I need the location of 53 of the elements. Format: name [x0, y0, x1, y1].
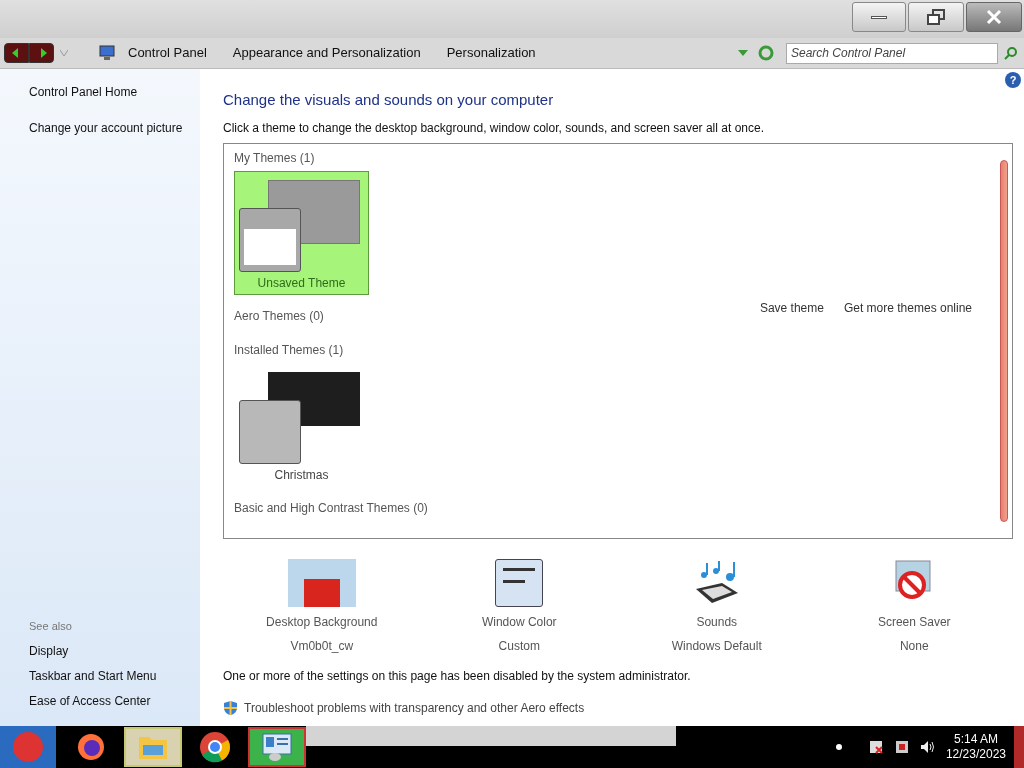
sidebar-link[interactable]: Change your account picture [29, 119, 200, 137]
theme-group-title: My Themes (1) [234, 150, 315, 167]
see-also-link[interactable]: Display [29, 642, 200, 660]
see-also-link[interactable]: Ease of Access Center [29, 692, 200, 710]
chrome-icon [199, 731, 231, 763]
theme-action-link[interactable]: Save theme [759, 299, 824, 317]
window-color-icon [495, 559, 544, 607]
theme-group-title: Basic and High Contrast Themes (0) [234, 500, 428, 517]
forward-button[interactable] [29, 43, 54, 63]
close-icon [986, 9, 1002, 25]
back-button[interactable] [4, 43, 29, 63]
wallpaper-thumbnail [287, 559, 356, 607]
help-button[interactable]: ? [1005, 72, 1021, 88]
close-button[interactable] [966, 2, 1022, 32]
window-preview [239, 400, 301, 464]
network-icon[interactable] [893, 739, 910, 755]
refresh-icon[interactable] [758, 45, 774, 61]
breadcrumb-link[interactable]: Control Panel [126, 43, 209, 63]
instructions-text: Click a theme to change the desktop background, window color, sounds, and screen saver all at once. [223, 120, 765, 137]
troubleshoot-link[interactable]: Troubleshoot problems with transparency and other Aero effects [244, 699, 585, 717]
page-heading: Change the visuals and sounds on your computer [223, 91, 555, 109]
breadcrumb-link[interactable]: Appearance and Personalization [230, 43, 423, 63]
start-button[interactable] [0, 726, 56, 768]
window-preview [239, 208, 301, 272]
control-panel-icon [261, 732, 293, 762]
theme-setting-button[interactable]: Window Color Custom [444, 557, 595, 655]
theme-setting-button[interactable]: Screen Saver None [839, 557, 990, 655]
theme-group-title: Aero Themes (0) [234, 308, 324, 325]
dropdown-caret-icon[interactable] [738, 50, 748, 56]
breadcrumb-link[interactable]: Personalization [444, 43, 538, 63]
flag-icon[interactable] [867, 739, 884, 755]
shield-icon [223, 700, 238, 716]
monitor-icon [98, 45, 116, 61]
sidebar-link[interactable]: Control Panel Home [29, 83, 200, 101]
notice-text: One or more of the settings on this page has been disabled by the system administrator. [223, 668, 692, 685]
restore-icon [926, 8, 946, 26]
clock-time[interactable]: 5:14 AM [953, 732, 998, 747]
minimize-button[interactable] [852, 2, 906, 32]
scrollbar[interactable] [1000, 160, 1008, 522]
theme-action-link[interactable]: Get more themes online [843, 299, 972, 317]
restore-button[interactable] [908, 2, 964, 32]
firefox-icon [76, 732, 106, 762]
clock-date[interactable]: 12/23/2023 [945, 747, 1006, 762]
theme-group-title: Installed Themes (1) [234, 342, 344, 359]
see-also-link[interactable]: Taskbar and Start Menu [29, 667, 200, 685]
theme-tile[interactable]: Christmas [234, 363, 369, 487]
see-also-label: See also [29, 618, 73, 634]
search-icon[interactable] [1004, 46, 1018, 60]
theme-setting-button[interactable]: Sounds Windows Default [641, 557, 792, 655]
search-field[interactable]: Search Control Panel [786, 42, 998, 64]
speaker-icon[interactable] [919, 739, 936, 755]
theme-setting-button[interactable]: Desktop Background Vm0b0t_cw [246, 557, 397, 655]
theme-tile[interactable]: Unsaved Theme [234, 171, 369, 295]
